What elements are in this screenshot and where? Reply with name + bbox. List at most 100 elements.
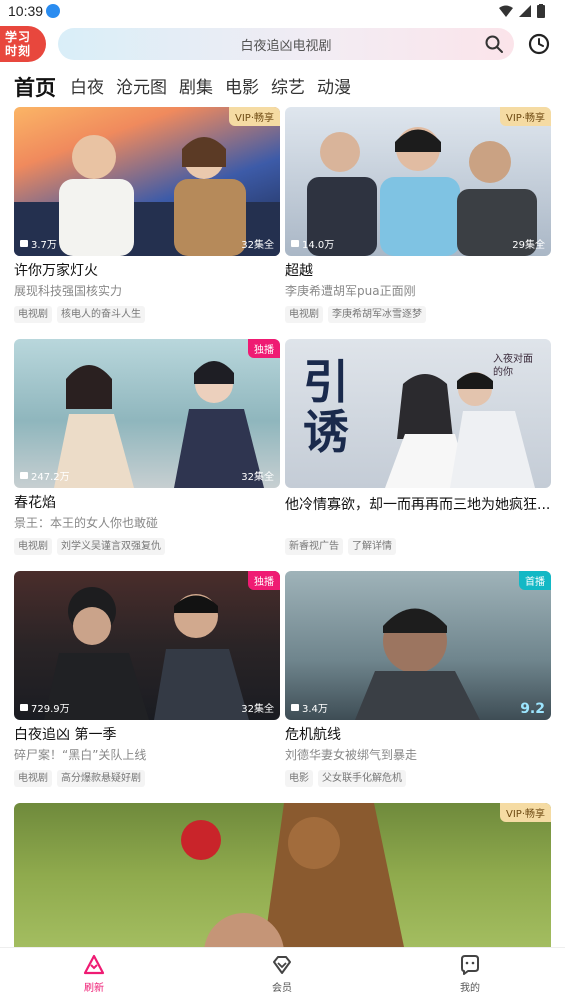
ad-show-logo: 入夜对面的你	[493, 354, 533, 378]
tag[interactable]: 电视剧	[14, 538, 52, 555]
episode-count: 32集全	[241, 704, 274, 715]
video-card[interactable]: 独播 247.2万 32集全 春花焰 景王：本王的女人你也敢碰 电视剧 刘学义吴…	[14, 339, 280, 555]
status-bar: 10:39	[0, 0, 565, 24]
bottom-navigation: 刷新 会员 我的	[0, 947, 565, 1004]
tag-list: 电视剧 李庚希胡军冰雪逐梦	[285, 306, 551, 323]
status-time: 10:39	[8, 3, 44, 19]
ad-card[interactable]: 引诱 入夜对面的你 他冷情寡欲，却一而再再而三地为她疯狂...... 新睿视广告…	[285, 339, 551, 555]
video-thumbnail[interactable]: 独播 729.9万 32集全	[14, 571, 280, 720]
battery-icon	[537, 4, 545, 18]
video-card[interactable]: 独播 729.9万 32集全 白夜追凶 第一季 碎尸案！“黑白”关队上线 电视剧…	[14, 571, 280, 787]
tab-anime[interactable]: 动漫	[317, 76, 351, 100]
vip-badge: VIP·畅享	[500, 803, 551, 822]
tab-home[interactable]: 首页	[14, 76, 56, 100]
view-count: 3.4万	[291, 700, 328, 715]
view-count-text: 14.0万	[302, 240, 335, 251]
ad-detail-link[interactable]: 了解详情	[348, 538, 396, 555]
tab-baiye[interactable]: 白夜	[70, 76, 104, 100]
tab-cangyuantu[interactable]: 沧元图	[116, 76, 167, 100]
video-subtitle: 刘德华妻女被绑气到暴走	[285, 748, 418, 762]
video-card[interactable]: VIP·畅享 3.7万 32集全 许你万家灯火 展现科技强国核实力 电视剧 核电…	[14, 107, 280, 323]
view-count: 729.9万	[20, 700, 70, 715]
tab-series[interactable]: 剧集	[179, 76, 213, 100]
tag[interactable]: 电影	[285, 770, 313, 787]
video-card[interactable]: VIP·畅享 14.0万 29集全 超越 李庚希遭胡军pua正面刚 电视剧 李庚…	[285, 107, 551, 323]
ad-source-tag: 新睿视广告	[285, 538, 343, 555]
video-thumbnail[interactable]: 独播 247.2万 32集全	[14, 339, 280, 488]
video-title[interactable]: 许你万家灯火	[14, 262, 280, 280]
search-icon[interactable]	[484, 34, 504, 54]
tag-list: 新睿视广告 了解详情	[285, 538, 551, 555]
nav-membership-label: 会员	[272, 983, 292, 994]
video-subtitle: 展现科技强国核实力	[14, 284, 123, 298]
play-count-icon	[20, 240, 28, 247]
video-card[interactable]: 首播 3.4万 9.2 危机航线 刘德华妻女被绑气到暴走 电影 父女联手化解危机	[285, 571, 551, 787]
tag[interactable]: 电视剧	[14, 306, 52, 323]
download-icon	[46, 4, 60, 18]
video-title[interactable]: 危机航线	[285, 726, 551, 744]
vip-badge: VIP·畅享	[229, 107, 280, 126]
ad-title[interactable]: 他冷情寡欲，却一而再再而三地为她疯狂......	[285, 496, 551, 514]
status-icons	[499, 4, 545, 18]
video-thumbnail[interactable]: VIP·畅享 3.7万 32集全	[14, 107, 280, 256]
app-logo[interactable]: 学习 时刻	[0, 26, 46, 62]
play-count-icon	[291, 240, 299, 247]
view-count-text: 247.2万	[31, 472, 70, 483]
video-title[interactable]: 白夜追凶 第一季	[14, 726, 280, 744]
play-count-icon	[291, 704, 299, 711]
diamond-icon	[273, 956, 291, 974]
premiere-badge: 首播	[519, 571, 551, 590]
tag-list: 电视剧 刘学义吴谨言双强复仇	[14, 538, 280, 555]
logo-line-2: 时刻	[5, 44, 32, 58]
history-clock-icon[interactable]	[528, 33, 550, 55]
video-subtitle: 碎尸案！“黑白”关队上线	[14, 748, 147, 762]
nav-membership[interactable]: 会员	[252, 954, 312, 994]
video-thumbnail[interactable]: 首播 3.4万 9.2	[285, 571, 551, 720]
nav-refresh-label: 刷新	[84, 983, 104, 994]
exclusive-badge: 独播	[248, 571, 280, 590]
rating-score: 9.2	[520, 701, 545, 717]
logo-line-1: 学习	[5, 30, 32, 44]
episode-count: 32集全	[241, 240, 274, 251]
nav-profile-label: 我的	[460, 983, 480, 994]
play-count-icon	[20, 472, 28, 479]
play-count-icon	[20, 704, 28, 711]
nav-refresh[interactable]: 刷新	[64, 954, 124, 994]
tab-movie[interactable]: 电影	[225, 76, 259, 100]
video-subtitle: 景王：本王的女人你也敢碰	[14, 516, 159, 530]
tag[interactable]: 刘学义吴谨言双强复仇	[57, 538, 165, 555]
view-count: 14.0万	[291, 236, 334, 251]
view-count: 247.2万	[20, 468, 70, 483]
nav-profile[interactable]: 我的	[440, 954, 500, 994]
tag[interactable]: 高分爆款悬疑好剧	[57, 770, 145, 787]
tag[interactable]: 父女联手化解危机	[318, 770, 406, 787]
category-tabs: 首页 白夜 沧元图 剧集 电影 综艺 动漫	[14, 72, 363, 100]
tag[interactable]: 电视剧	[285, 306, 323, 323]
refresh-triangle-icon	[83, 954, 105, 975]
episode-count: 29集全	[512, 240, 545, 251]
profile-face-icon	[461, 955, 479, 975]
view-count-text: 3.7万	[31, 240, 57, 251]
search-placeholder: 白夜追凶电视剧	[240, 39, 332, 54]
video-subtitle: 李庚希遭胡军pua正面刚	[285, 284, 416, 298]
view-count-text: 3.4万	[302, 704, 328, 715]
exclusive-badge: 独播	[248, 339, 280, 358]
search-bar[interactable]: 白夜追凶电视剧	[58, 28, 514, 60]
tag[interactable]: 李庚希胡军冰雪逐梦	[328, 306, 426, 323]
episode-count: 32集全	[241, 472, 274, 483]
tag[interactable]: 电视剧	[14, 770, 52, 787]
video-thumbnail[interactable]: VIP·畅享 14.0万 29集全	[285, 107, 551, 256]
video-title[interactable]: 春花焰	[14, 494, 280, 512]
tag[interactable]: 核电人的奋斗人生	[57, 306, 145, 323]
tag-list: 电影 父女联手化解危机	[285, 770, 551, 787]
signal-icon	[519, 5, 531, 17]
ad-headline-art: 引诱	[303, 355, 349, 459]
view-count: 3.7万	[20, 236, 57, 251]
tag-list: 电视剧 核电人的奋斗人生	[14, 306, 280, 323]
tab-variety[interactable]: 综艺	[271, 76, 305, 100]
ad-thumbnail[interactable]: 引诱 入夜对面的你	[285, 339, 551, 488]
view-count-text: 729.9万	[31, 704, 70, 715]
video-title[interactable]: 超越	[285, 262, 551, 280]
featured-video-card[interactable]: VIP·畅享	[14, 803, 551, 947]
vip-badge: VIP·畅享	[500, 107, 551, 126]
